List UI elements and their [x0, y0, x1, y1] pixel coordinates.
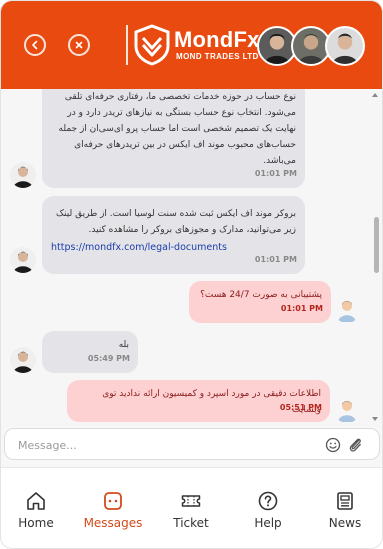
mondfx-logo-icon — [134, 24, 170, 66]
nav-item-ticket[interactable]: Ticket — [156, 490, 226, 530]
message-time: 01:01 PM — [280, 304, 323, 313]
nav-item-messages[interactable]: Messages — [78, 490, 148, 530]
nav-label-help: Help — [254, 516, 282, 530]
nav-item-help[interactable]: Help — [233, 490, 303, 530]
message-time: 01:01 PM — [254, 169, 297, 178]
help-icon — [258, 491, 278, 511]
message-line: می‌شود. انتخاب نوع حساب بستگی به نیازهای… — [67, 108, 296, 118]
agent-message: بله 05:49 PM — [42, 331, 138, 373]
home-icon — [27, 492, 45, 510]
close-button[interactable] — [68, 34, 90, 56]
scroll-up-arrow[interactable] — [372, 93, 378, 97]
chat-header: MondFx MOND TRADES LTD — [1, 1, 382, 89]
user-avatar — [334, 297, 360, 323]
ticket-icon — [181, 495, 201, 507]
user-avatar — [334, 397, 360, 423]
scrollbar-thumb[interactable] — [374, 217, 379, 273]
agent-message: نوع حساب در حوزه خدمات تخصصی ما، رفتاری … — [42, 89, 305, 188]
back-button[interactable] — [24, 34, 46, 56]
brand-tagline: MOND TRADES LTD — [176, 52, 259, 61]
messages-icon — [104, 492, 122, 510]
user-message: اطلاعات دقیقی در مورد اسپرد و کمیسیون ار… — [67, 380, 330, 422]
close-icon — [75, 41, 83, 49]
message-time: 05:51 PM — [279, 403, 322, 412]
agent-avatars — [257, 26, 365, 66]
agent-message: بروکر موند اف ایکس ثبت شده سنت لوسیا است… — [42, 196, 305, 274]
chevron-left-icon — [32, 40, 38, 50]
message-composer — [4, 428, 380, 460]
message-line: نوع حساب در حوزه خدمات تخصصی ما، رفتاری … — [64, 92, 296, 102]
nav-item-home[interactable]: Home — [1, 490, 71, 530]
header-divider — [126, 25, 128, 65]
message-line: زیر می‌توانید، مدارک و مجوزهای بروکر را … — [88, 225, 296, 235]
chat-widget: MondFx MOND TRADES LTD نوع حساب در حوزه … — [0, 0, 383, 549]
agent-avatar — [10, 247, 36, 273]
nav-label-ticket: Ticket — [173, 516, 209, 530]
message-line: نهایت یک تصمیم شخصی است اما حساب پرو ای‌… — [58, 124, 296, 134]
nav-label-messages: Messages — [83, 516, 143, 530]
message-time: 05:49 PM — [87, 354, 130, 363]
message-list[interactable]: نوع حساب در حوزه خدمات تخصصی ما، رفتاری … — [1, 89, 382, 426]
nav-label-home: Home — [18, 516, 54, 530]
news-icon — [337, 492, 353, 510]
message-input[interactable] — [18, 435, 318, 455]
message-line: حساب‌های محبوب موند اف ایکس در بین تریدر… — [74, 140, 296, 150]
message-time: 01:01 PM — [254, 255, 297, 264]
agent-avatar — [325, 26, 365, 66]
message-line: بروکر موند اف ایکس ثبت شده سنت لوسیا است… — [56, 209, 296, 219]
emoji-icon[interactable] — [325, 437, 341, 453]
bottom-nav: Home Messages Ticket Help News — [1, 467, 382, 548]
nav-label-news: News — [328, 516, 362, 530]
agent-avatar — [10, 162, 36, 188]
nav-item-news[interactable]: News — [310, 490, 380, 530]
agent-avatar — [10, 347, 36, 373]
brand-name: MondFx — [174, 27, 260, 52]
scroll-down-arrow[interactable] — [372, 417, 378, 421]
attach-icon[interactable] — [347, 436, 363, 454]
user-message: پشتیبانی به صورت 24/7 هست؟ 01:01 PM — [189, 281, 331, 323]
